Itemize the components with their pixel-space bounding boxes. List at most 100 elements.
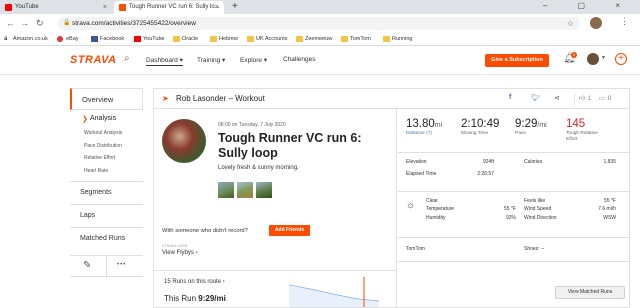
tab-title: Tough Runner VC run 6: Sully lo... — [129, 4, 220, 10]
activity-sidebar: Overview ❯ Analysis Workout Analysis Pac… — [70, 88, 143, 308]
thumbs-up-icon: 👍︎ — [579, 96, 586, 102]
new-tab-button[interactable]: + — [232, 1, 238, 13]
photo-thumbnail[interactable] — [256, 182, 272, 198]
view-matched-runs-button[interactable]: View Matched Runs — [555, 286, 625, 299]
bookmark-star-icon[interactable]: ☆ — [567, 17, 574, 30]
bookmark-amazon[interactable]: a Amazon.co.uk — [4, 33, 48, 45]
divider — [398, 191, 629, 192]
sidebar-item-heart-rate[interactable]: Heart Rate — [84, 168, 108, 174]
amazon-icon: a — [4, 36, 8, 42]
athlete-photo[interactable] — [162, 119, 206, 163]
activity-description: Lovely fresh & sunny morning. — [218, 165, 299, 171]
bookmark-oracle[interactable]: Oracle — [173, 33, 198, 45]
bookmark-youtube[interactable]: YouTube — [134, 33, 165, 45]
back-icon[interactable]: ← — [6, 17, 15, 29]
sidebar-item-segments[interactable]: Segments — [80, 189, 112, 196]
bookmarks-bar: a Amazon.co.uk eBay Facebook YouTube Orac… — [0, 32, 640, 46]
activity-header: ➤ Rob Lasonder – Workout f 🐦︎ ⋖ 👍︎ 1 ▭ 0 — [154, 89, 629, 109]
trend-area — [289, 285, 379, 307]
sidebar-item-label: Analysis — [90, 115, 117, 122]
photo-thumbnail[interactable] — [218, 182, 234, 198]
stat-relative-effort[interactable]: 145 Tough Relative Effort — [566, 118, 606, 142]
activity-header-title[interactable]: Rob Lasonder – Workout — [176, 94, 265, 103]
humidity-label: Humidity — [426, 215, 446, 221]
folder-icon — [383, 36, 390, 42]
add-friends-button[interactable]: Add Friends — [269, 225, 310, 236]
upload-plus-icon[interactable]: + — [615, 53, 627, 65]
feels-like-value: 55 °F — [603, 198, 616, 204]
bookmark-uk-accounts[interactable]: UK Accounts — [247, 33, 288, 45]
tab-strava[interactable]: Tough Runner VC run 6: Sully lo... × — [114, 1, 224, 14]
this-run-pace: This Run 9:29/mi — [164, 294, 226, 303]
twitter-share-icon[interactable]: 🐦︎ — [531, 94, 540, 102]
tab-youtube[interactable]: YouTube × — [0, 1, 112, 14]
sidebar-item-analysis[interactable]: ❯ Analysis — [70, 115, 143, 123]
avatar[interactable] — [587, 53, 599, 65]
address-bar[interactable]: 🔒 strava.com/activities/3725455422/overv… — [58, 17, 580, 30]
kudos-count: 1 — [588, 96, 592, 102]
humidity-value: 92% — [505, 215, 516, 221]
ebay-icon — [57, 36, 63, 42]
kudos-comments[interactable]: 👍︎ 1 ▭ 0 — [574, 93, 626, 105]
edit-icon[interactable]: ✎ — [83, 260, 91, 271]
reload-icon[interactable]: ↻ — [36, 17, 44, 29]
window-controls[interactable]: – ▢ × — [543, 1, 634, 10]
folder-icon — [173, 36, 180, 42]
sidebar-item-matched-runs[interactable]: Matched Runs — [80, 235, 125, 242]
nav-dashboard[interactable]: Dashboard ▾ — [146, 56, 183, 66]
divider — [106, 256, 107, 278]
browser-nav-bar: ← → ↻ 🔒 strava.com/activities/3725455422… — [0, 14, 640, 32]
more-options-icon[interactable]: ••• — [117, 262, 126, 268]
facebook-share-icon[interactable]: f — [509, 94, 511, 101]
bookmark-tomtom[interactable]: TomTom — [341, 33, 371, 45]
sidebar-item-overview[interactable]: Overview — [70, 88, 143, 110]
bookmark-ebay[interactable]: eBay — [57, 33, 79, 45]
comment-icon: ▭ — [599, 96, 605, 102]
shoes-info: Shoes: -- — [524, 246, 545, 252]
sidebar-actions: ✎ ••• — [70, 255, 143, 278]
tab-title: YouTube — [15, 4, 39, 10]
strava-labs-label: STRAVA LABS — [162, 244, 188, 248]
sidebar-item-laps[interactable]: Laps — [80, 212, 95, 219]
wind-direction-value: WSW — [603, 215, 616, 221]
strava-logo[interactable]: STRAVA — [70, 54, 117, 66]
sidebar-item-relative-effort[interactable]: Relative Effort — [84, 155, 115, 161]
bookmark-facebook[interactable]: Facebook — [91, 33, 124, 45]
search-icon[interactable]: ⌕ — [124, 53, 130, 64]
activity-panel: ➤ Rob Lasonder – Workout f 🐦︎ ⋖ 👍︎ 1 ▭ 0… — [153, 88, 630, 308]
nav-training[interactable]: Training ▾ — [197, 56, 225, 64]
stat-distance: 13.80mi Distance (?) — [406, 118, 443, 136]
bookmark-running[interactable]: Running — [383, 33, 413, 45]
notification-badge: 0 — [571, 52, 577, 58]
sidebar-item-pace-distribution[interactable]: Pace Distribution — [84, 143, 122, 149]
profile-icon[interactable] — [590, 17, 602, 29]
divider — [70, 204, 143, 205]
divider — [398, 152, 629, 153]
close-tab-icon[interactable]: × — [103, 1, 107, 14]
chevron-down-icon[interactable]: ▼ — [601, 55, 606, 61]
stat-moving-time: 2:10:49 Moving Time — [461, 118, 500, 136]
lock-icon: 🔒 — [63, 20, 71, 26]
youtube-icon — [134, 36, 141, 42]
close-tab-icon[interactable]: × — [215, 1, 219, 14]
matched-runs-chart — [289, 277, 379, 307]
folder-icon — [296, 36, 303, 42]
temperature-label: Temperature — [426, 206, 455, 212]
sidebar-item-workout-analysis[interactable]: Workout Analysis — [84, 130, 122, 136]
bookmark-zeemeeuw[interactable]: Zeemeeuw — [296, 33, 332, 45]
nav-challenges[interactable]: Challenges — [283, 56, 316, 63]
runs-on-route-link[interactable]: 15 Runs on this route › — [164, 279, 225, 285]
folder-icon — [210, 36, 217, 42]
activity-title: Tough Runner VC run 6: Sully loop — [218, 131, 362, 160]
browser-menu-icon[interactable]: ⋮ — [620, 16, 629, 27]
activity-stats: 13.80mi Distance (?) 2:10:49 Moving Time… — [398, 109, 629, 307]
give-subscription-button[interactable]: Give a Subscription — [485, 54, 549, 67]
photo-thumbnail[interactable] — [237, 182, 253, 198]
wind-speed-label: Wind Speed — [524, 206, 552, 212]
view-flybys-link[interactable]: View Flybys › — [162, 250, 198, 256]
share-icon[interactable]: ⋖ — [554, 94, 560, 102]
bookmark-hebrew[interactable]: Hebrew — [210, 33, 238, 45]
forward-icon[interactable]: → — [20, 17, 29, 29]
elapsed-value: 2:26:57 — [477, 171, 494, 177]
nav-explore[interactable]: Explore ▾ — [240, 56, 267, 64]
